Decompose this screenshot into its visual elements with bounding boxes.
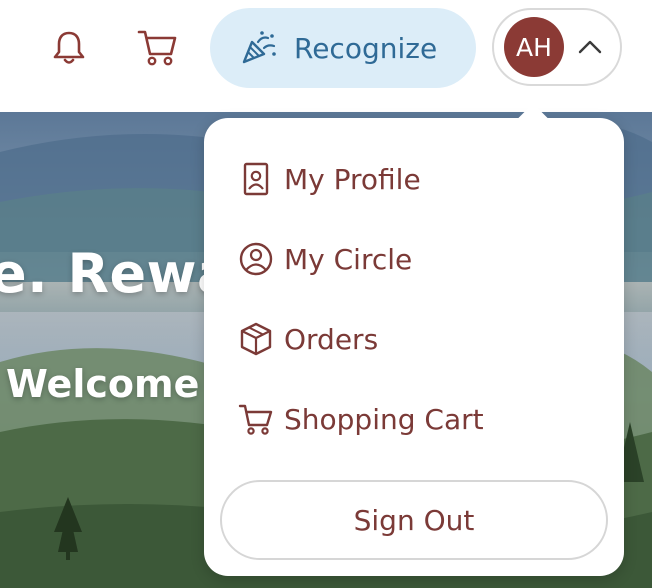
menu-item-orders[interactable]: Orders [238, 314, 378, 364]
notifications-button[interactable] [44, 22, 94, 72]
profile-menu-toggle[interactable]: AH [492, 8, 622, 86]
avatar: AH [504, 17, 564, 77]
top-header: Recognize AH [0, 0, 652, 112]
profile-dropdown: My Profile My Circle Orders Shopping Car… [204, 103, 624, 576]
menu-item-label: Shopping Cart [284, 402, 484, 436]
party-popper-icon [242, 31, 276, 64]
id-badge-icon [243, 162, 269, 196]
package-icon [240, 322, 272, 356]
chevron-up-icon [578, 40, 602, 54]
recognize-label: Recognize [294, 31, 438, 65]
shopping-cart-icon [238, 404, 273, 435]
menu-item-label: My Circle [284, 242, 413, 276]
menu-item-shopping-cart[interactable]: Shopping Cart [238, 394, 484, 444]
cart-button[interactable] [132, 22, 182, 72]
bell-icon [53, 31, 85, 64]
hero-subtitle: Welcome [6, 362, 200, 406]
menu-item-my-circle[interactable]: My Circle [238, 234, 412, 284]
shopping-cart-icon [137, 30, 177, 66]
recognize-button[interactable]: Recognize [210, 8, 476, 88]
menu-item-label: My Profile [284, 162, 421, 196]
sign-out-button[interactable]: Sign Out [220, 480, 608, 560]
user-circle-icon [239, 242, 273, 276]
menu-item-my-profile[interactable]: My Profile [238, 154, 421, 204]
hero-title: e. Rewa [0, 242, 234, 305]
menu-item-label: Orders [284, 322, 379, 356]
